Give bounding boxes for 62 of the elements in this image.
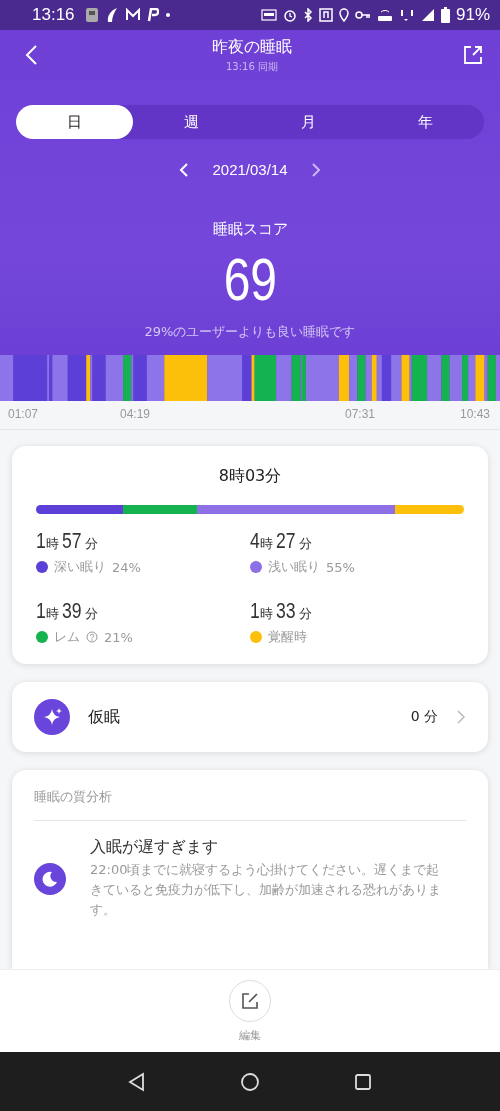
legend-dot	[250, 561, 262, 573]
mail-icon	[124, 8, 141, 22]
stage-duration: 1時 39 分	[36, 598, 99, 624]
dot-icon	[164, 12, 171, 18]
insight-text: 22:00頃までに就寝するよう心掛けてください。遅くまで起きていると免疫力が低下し、加齢が加速される恐れがあります。	[90, 861, 442, 919]
edit-label: 編集	[239, 1028, 261, 1043]
stage-name: レム	[54, 628, 80, 646]
clock-time: 13:16	[32, 5, 75, 25]
total-sleep-time: 8時03分	[217, 466, 283, 487]
time-label: 04:19	[120, 407, 152, 423]
next-icon[interactable]	[309, 161, 322, 178]
chevron-right-icon	[456, 709, 466, 725]
payment-icon	[146, 8, 159, 22]
stage-name: 浅い眠り	[268, 558, 320, 576]
legend-dot	[250, 631, 262, 643]
stage-duration: 1時 57 分	[36, 528, 99, 554]
bluetooth-icon	[302, 8, 313, 22]
time-label: 01:07	[8, 407, 40, 423]
period-tab[interactable]: 週	[133, 105, 250, 139]
legend-dot	[36, 631, 48, 643]
date-label: 2021/03/14	[212, 161, 288, 178]
period-tab[interactable]: 月	[250, 105, 367, 139]
page-title: 昨夜の睡眠	[212, 36, 292, 58]
sync-time: 13:16 同期	[226, 59, 278, 74]
time-label: 07:31	[345, 407, 377, 423]
nap-label: 仮眠	[88, 706, 121, 728]
stage-percent: 55%	[326, 559, 355, 575]
sparkle-icon	[34, 699, 70, 735]
period-tab[interactable]: 年	[367, 105, 484, 139]
edit-button[interactable]	[229, 980, 271, 1022]
back-nav-icon[interactable]	[126, 1071, 147, 1092]
stage-name: 深い眠り	[54, 558, 106, 576]
home-nav-icon[interactable]	[240, 1071, 260, 1092]
section-title: 睡眠の質分析	[34, 770, 466, 821]
recents-nav-icon[interactable]	[353, 1071, 374, 1092]
stage-duration: 4時 27 分	[250, 528, 313, 554]
nap-value: 0 分	[410, 708, 438, 726]
display-icon	[260, 9, 277, 21]
stage-name: 覚醒時	[268, 628, 307, 646]
insight-heading: 入眠が遅すぎます	[90, 837, 219, 858]
signal-icon	[420, 8, 435, 22]
time-label: 10:43	[460, 407, 492, 423]
battery-icon	[440, 7, 450, 23]
location-icon	[338, 8, 349, 22]
nfc-icon	[318, 8, 333, 22]
period-tab[interactable]: 日	[16, 105, 133, 139]
stage-duration: 1時 33 分	[250, 598, 313, 624]
score-label: 睡眠スコア	[211, 220, 289, 239]
moon-icon	[34, 862, 66, 895]
share-icon[interactable]	[462, 44, 484, 66]
previous-icon[interactable]	[178, 161, 191, 178]
alarm-icon	[282, 8, 297, 22]
nap-card[interactable]: 仮眠 0 分	[12, 682, 488, 752]
sim-card-icon	[84, 7, 99, 23]
edit-icon	[240, 991, 260, 1011]
score-value: 69	[223, 247, 277, 313]
stage-percent: 24%	[112, 559, 141, 575]
battery-percent: 91%	[455, 5, 490, 25]
key-icon	[354, 10, 371, 20]
legend-dot	[36, 561, 48, 573]
stage-percent: 21%	[104, 629, 133, 645]
score-caption: 29%のユーザーよりも良い睡眠です	[143, 323, 357, 341]
